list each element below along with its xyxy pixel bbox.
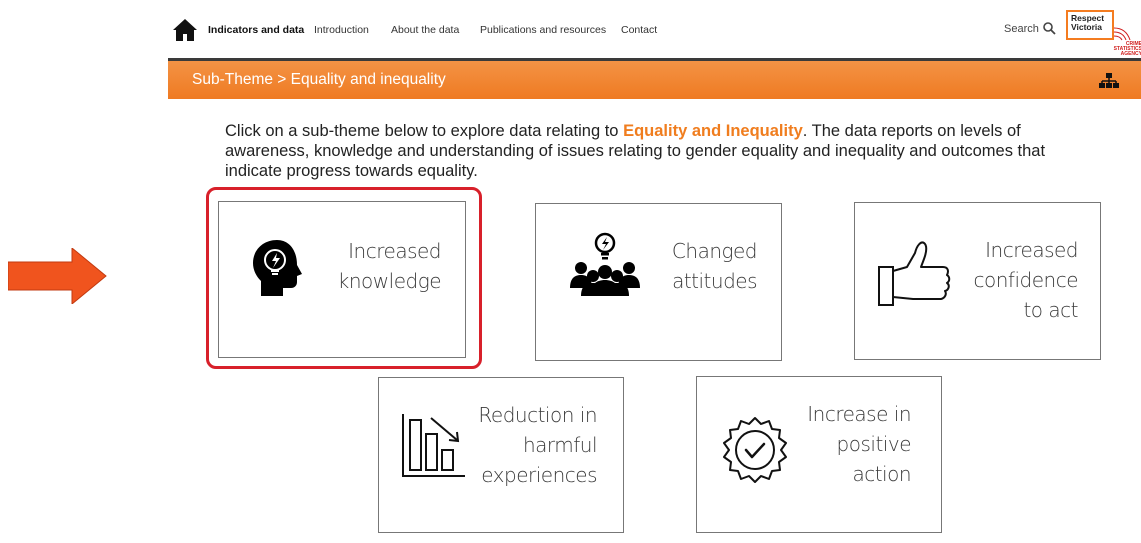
pointer-arrow-icon (8, 248, 107, 304)
nav-introduction[interactable]: Introduction (314, 24, 369, 36)
search-icon (1043, 22, 1056, 35)
top-navigation: Indicators and data Introduction About t… (168, 0, 1141, 61)
card-increase-in-positive-action[interactable]: Increase in positive action (696, 376, 942, 533)
nav-contact[interactable]: Contact (621, 24, 657, 36)
thumbs-up-icon (878, 241, 951, 306)
card-label: Changed attitudes (671, 236, 758, 296)
logo-line-2: Victoria (1071, 22, 1103, 32)
card-changed-attitudes[interactable]: Changed attitudes (535, 203, 782, 361)
left-margin (0, 0, 168, 543)
card-label-line: attitudes (672, 269, 757, 293)
card-label: Increased confidence to act (973, 235, 1079, 325)
card-label: Increase in positive action (807, 399, 911, 489)
badge-check-icon (723, 417, 787, 483)
card-label-line: positive (836, 432, 912, 456)
card-label: Reduction in harmful experiences (478, 400, 597, 490)
card-label-line: confidence (973, 268, 1079, 292)
nav-indicators-and-data[interactable]: Indicators and data (208, 24, 304, 36)
card-increased-confidence-to-act[interactable]: Increased confidence to act (854, 202, 1101, 360)
sitemap-icon[interactable] (1099, 73, 1119, 89)
card-label-line: action (852, 462, 911, 486)
breadcrumb: Sub-Theme > Equality and inequality (192, 71, 446, 88)
nav-about-the-data[interactable]: About the data (391, 24, 459, 36)
card-label-line: Changed (671, 239, 758, 263)
search-link[interactable]: Search (1004, 22, 1056, 35)
web-page: Indicators and data Introduction About t… (168, 0, 1141, 543)
intro-highlight: Equality and Inequality (623, 122, 803, 140)
card-label-line: Reduction in (478, 403, 597, 427)
home-icon[interactable] (172, 17, 198, 43)
card-label-line: Increased (985, 238, 1078, 262)
card-label-line: to act (1023, 298, 1078, 322)
card-reduction-in-harmful-experiences[interactable]: Reduction in harmful experiences (378, 377, 624, 533)
respect-victoria-logo[interactable]: Respect Victoria (1066, 10, 1114, 40)
card-label-line: experiences (481, 463, 597, 487)
intro-text-start: Click on a sub-theme below to explore da… (225, 122, 624, 140)
sub-theme-banner: Sub-Theme > Equality and inequality (168, 61, 1141, 99)
card-label-line: harmful (522, 433, 598, 457)
nav-publications-and-resources[interactable]: Publications and resources (480, 24, 606, 36)
intro-paragraph: Click on a sub-theme below to explore da… (225, 121, 1105, 181)
crime-statistics-agency-logo[interactable]: CRIME STATISTICS AGENCY (1112, 42, 1141, 57)
group-lightbulb-icon (570, 232, 640, 296)
declining-chart-icon (402, 414, 465, 477)
selection-highlight (206, 187, 482, 369)
search-label: Search (1004, 22, 1039, 35)
card-label-line: Increase in (807, 402, 911, 426)
